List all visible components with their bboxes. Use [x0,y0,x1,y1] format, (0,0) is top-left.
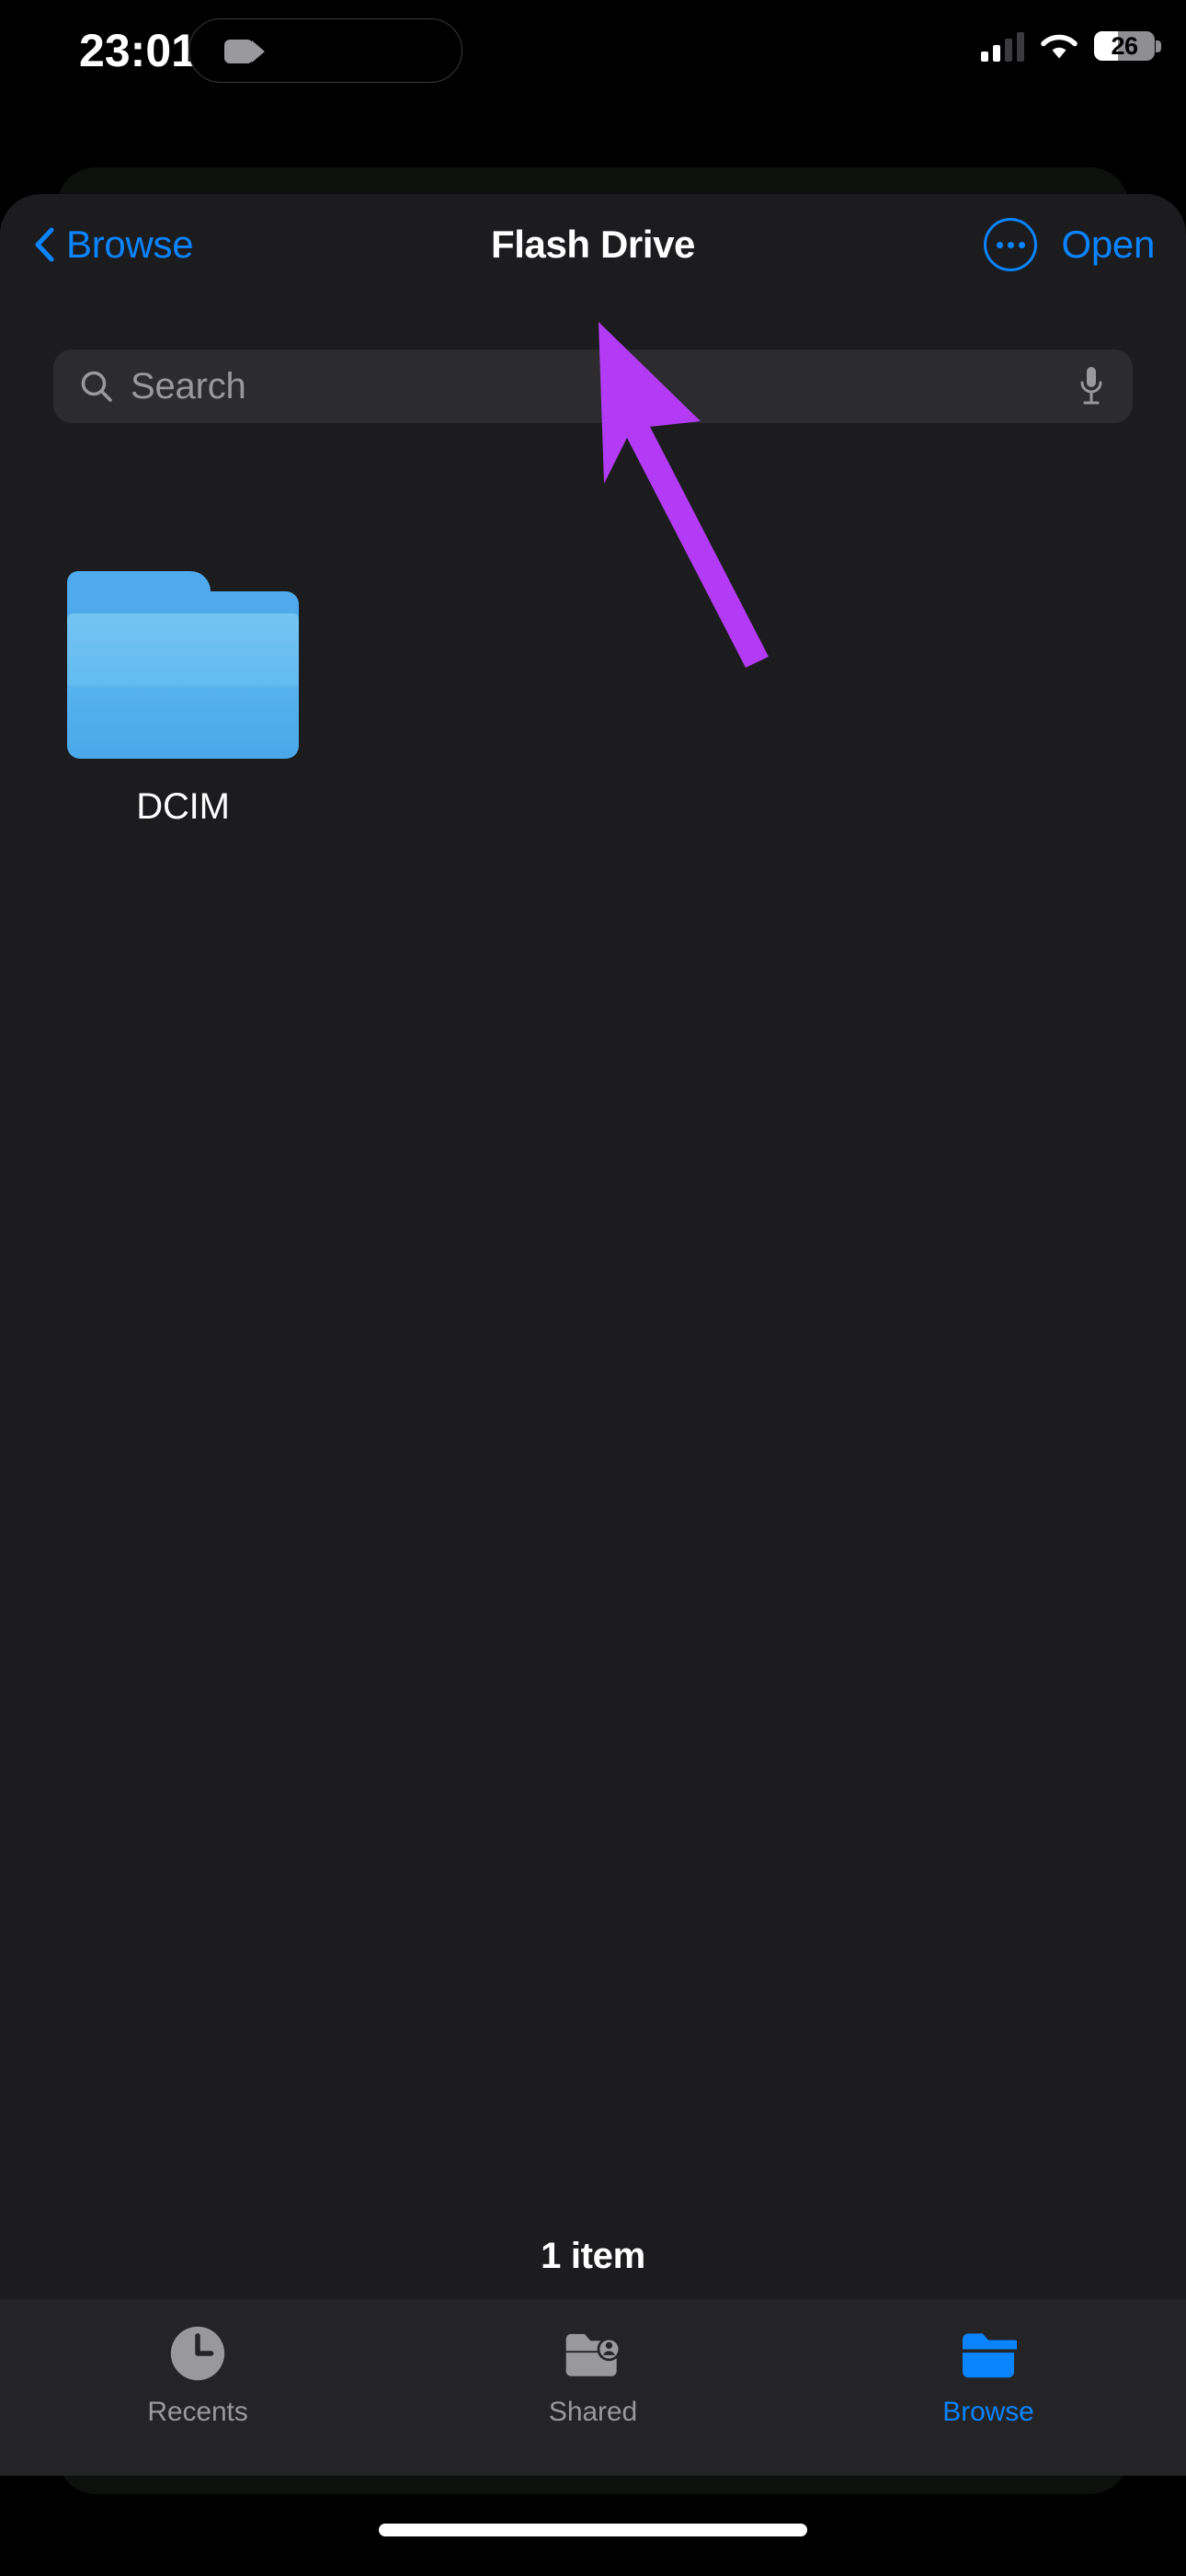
search-field[interactable]: Search [53,349,1133,423]
cellular-bars-icon [981,30,1024,62]
folder-icon [67,571,299,759]
battery-percent-label: 26 [1111,31,1138,60]
ellipsis-circle-icon[interactable] [984,218,1038,271]
tab-browse-label: Browse [942,2397,1034,2427]
tab-shared[interactable]: Shared [395,2299,791,2476]
tab-recents-label: Recents [147,2397,248,2427]
dynamic-island[interactable] [188,18,462,83]
navigation-bar: Browse Flash Drive Open [0,194,1186,295]
files-sheet: Browse Flash Drive Open Search DCIM 1 it… [0,194,1186,2476]
tab-recents[interactable]: Recents [0,2299,395,2476]
tab-browse[interactable]: Browse [791,2299,1186,2476]
microphone-icon[interactable] [1079,365,1103,407]
status-bar: 23:01 26 [0,0,1186,101]
search-icon [79,369,114,404]
battery-icon: 26 [1094,31,1161,61]
item-count-label: 1 item [541,2236,645,2276]
shared-folder-icon [563,2321,623,2386]
open-button[interactable]: Open [1061,223,1155,267]
file-grid-item-label: DCIM [136,786,230,827]
navigation-bar-actions: Open [984,216,1155,273]
home-indicator [379,2524,807,2536]
wifi-icon [1040,31,1078,61]
clock-icon [169,2321,226,2386]
tab-shared-label: Shared [548,2397,638,2427]
file-grid: DCIM [0,470,1186,828]
search-input[interactable]: Search [131,366,1079,407]
status-bar-indicators: 26 [981,26,1161,66]
video-camera-icon [224,40,265,63]
file-grid-item[interactable]: DCIM [37,571,329,828]
tab-bar: Recents Shared Browse [0,2299,1186,2476]
folder-icon [960,2321,1017,2386]
